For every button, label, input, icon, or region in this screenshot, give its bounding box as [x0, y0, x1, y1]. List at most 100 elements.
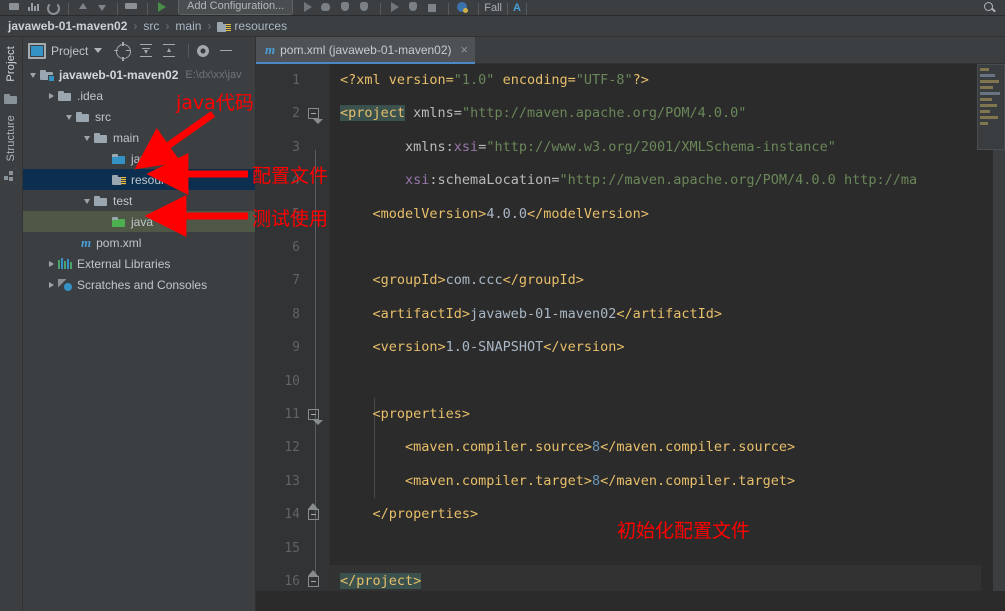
open-icon[interactable] — [123, 1, 139, 15]
chevron-right-icon[interactable] — [45, 253, 58, 274]
chevron-down-icon[interactable] — [94, 48, 103, 53]
run-green-icon[interactable] — [153, 1, 169, 15]
editor-bottom-fill — [256, 591, 1005, 611]
folder-icon — [94, 132, 108, 144]
fold-toggle-properties[interactable] — [308, 398, 323, 431]
tree-label: javaweb-01-maven02 — [59, 67, 179, 82]
search-icon[interactable] — [983, 1, 997, 14]
code-line[interactable]: <modelVersion>4.0.0</modelVersion> — [330, 198, 981, 231]
tree-row-scratches[interactable]: Scratches and Consoles — [23, 274, 255, 295]
close-icon[interactable]: × — [461, 43, 469, 56]
code-token: com.ccc — [445, 272, 503, 289]
debug-icon[interactable] — [318, 1, 334, 15]
sync-icon[interactable] — [44, 1, 60, 15]
fold-toggle-properties-end[interactable] — [308, 498, 321, 531]
project-tool-window: Project javaweb-01-maven02 E:\dx\xx\jav — [23, 37, 256, 611]
translate-icon[interactable]: A — [513, 2, 521, 15]
chevron-right-icon[interactable] — [45, 85, 58, 106]
stop-shield-icon[interactable] — [405, 1, 421, 15]
redo-icon[interactable] — [93, 1, 109, 15]
line-number: 12 — [284, 440, 300, 456]
code-token: 8 — [591, 439, 601, 456]
folder-icon — [76, 111, 90, 123]
code-line[interactable]: <artifactId>javaweb-01-maven02</artifact… — [330, 298, 981, 331]
line-number: 7 — [292, 273, 300, 289]
code-editor[interactable]: <?xml version="1.0" encoding="UTF-8"?> <… — [330, 64, 981, 591]
code-line[interactable] — [330, 231, 981, 264]
structure-icon[interactable] — [4, 171, 18, 184]
chevron-down-icon[interactable] — [63, 106, 76, 127]
editor-gutter[interactable]: 1 2 3 4 5 6 7 8 9 10 11 12 13 14 15 16 — [256, 64, 330, 591]
attach-icon[interactable] — [386, 1, 402, 15]
chevron-down-icon[interactable] — [81, 127, 94, 148]
code-token: xmlns= — [405, 105, 462, 122]
tree-row-external-libraries[interactable]: External Libraries — [23, 253, 255, 274]
tool-window-tab-structure[interactable]: Structure — [5, 109, 17, 167]
stop-icon[interactable] — [424, 1, 440, 15]
build-icon[interactable] — [25, 1, 41, 15]
module-folder-icon — [40, 69, 55, 82]
code-line[interactable]: <maven.compiler.target>8</maven.compiler… — [330, 465, 981, 498]
add-configuration-button[interactable]: Add Configuration... — [178, 0, 294, 15]
toolbar-divider — [448, 3, 450, 15]
code-line[interactable]: <properties> — [330, 398, 981, 431]
chevron-down-icon[interactable] — [27, 64, 40, 85]
breadcrumb-item-main[interactable]: main — [175, 19, 201, 33]
profile-icon[interactable] — [356, 1, 372, 15]
code-line[interactable]: <maven.compiler.source>8</maven.compiler… — [330, 431, 981, 464]
tool-window-tab-project[interactable]: Project — [5, 40, 17, 88]
code-token: <modelVersion> — [340, 205, 487, 222]
breadcrumb-item-project[interactable]: javaweb-01-maven02 — [8, 19, 127, 33]
chevron-down-icon[interactable] — [81, 190, 94, 211]
save-icon[interactable] — [6, 1, 22, 15]
folder-icon[interactable] — [4, 92, 18, 105]
code-line[interactable]: <project xmlns="http://maven.apache.org/… — [330, 97, 981, 130]
breadcrumb-item-src[interactable]: src — [143, 19, 159, 33]
code-line[interactable] — [330, 531, 981, 564]
chevron-right-icon[interactable] — [45, 274, 58, 295]
code-line[interactable]: <version>1.0-SNAPSHOT</version> — [330, 331, 981, 364]
code-line[interactable]: xsi:schemaLocation="http://maven.apache.… — [330, 164, 981, 197]
code-token: "http://maven.apache.org/POM/4.0.0" — [461, 105, 747, 122]
editor-tab-bar: m pom.xml (javaweb-01-maven02) × — [256, 37, 1005, 64]
collapse-all-icon[interactable] — [160, 42, 178, 60]
tree-row-main[interactable]: main — [23, 127, 255, 148]
code-token: 4.0.0 — [486, 205, 527, 222]
tree-row-src[interactable]: src — [23, 106, 255, 127]
tree-label: test — [113, 193, 133, 208]
tree-row-resources[interactable]: resources — [23, 169, 255, 190]
settings-gear-icon[interactable] — [194, 42, 212, 60]
project-panel-header: Project — [23, 37, 255, 64]
expand-all-icon[interactable] — [137, 42, 155, 60]
code-line[interactable] — [330, 365, 981, 398]
browser-icon[interactable] — [454, 1, 470, 15]
breadcrumb-item-resources[interactable]: resources — [234, 19, 287, 33]
undo-icon[interactable] — [74, 1, 90, 15]
line-number: 8 — [292, 306, 300, 322]
tree-row-module[interactable]: javaweb-01-maven02 E:\dx\xx\jav — [23, 64, 255, 85]
fold-toggle-project[interactable] — [308, 97, 323, 130]
ide-window: Add Configuration... Fall A javaweb-01-m… — [0, 0, 1005, 611]
tree-row-pom[interactable]: m pom.xml — [23, 232, 255, 253]
code-token: <?xml version= — [340, 72, 454, 88]
coverage-icon[interactable] — [337, 1, 353, 15]
project-panel-title[interactable]: Project — [51, 44, 88, 58]
select-opened-file-icon[interactable] — [114, 41, 132, 61]
code-line[interactable]: xmlns:xsi="http://www.w3.org/2001/XMLSch… — [330, 131, 981, 164]
hide-icon[interactable] — [217, 42, 235, 60]
breadcrumb-separator: › — [165, 19, 170, 33]
code-line-current[interactable]: </project> — [330, 564, 981, 591]
run-icon[interactable] — [299, 1, 315, 15]
fold-toggle-project-end[interactable] — [308, 565, 321, 591]
run-label[interactable]: Fall — [484, 2, 502, 15]
code-line[interactable]: <?xml version="1.0" encoding="UTF-8"?> — [330, 64, 981, 97]
tree-row-main-java[interactable]: java — [23, 148, 255, 169]
code-token: <version> — [340, 339, 446, 356]
code-line[interactable]: <groupId>com.ccc</groupId> — [330, 264, 981, 297]
tree-row-test[interactable]: test — [23, 190, 255, 211]
code-token: "UTF-8" — [575, 72, 633, 88]
code-line[interactable]: </properties> — [330, 498, 981, 531]
editor-tab-pom-xml[interactable]: m pom.xml (javaweb-01-maven02) × — [256, 37, 476, 64]
tree-row-idea[interactable]: .idea — [23, 85, 255, 106]
tree-row-test-java[interactable]: java — [23, 211, 255, 232]
